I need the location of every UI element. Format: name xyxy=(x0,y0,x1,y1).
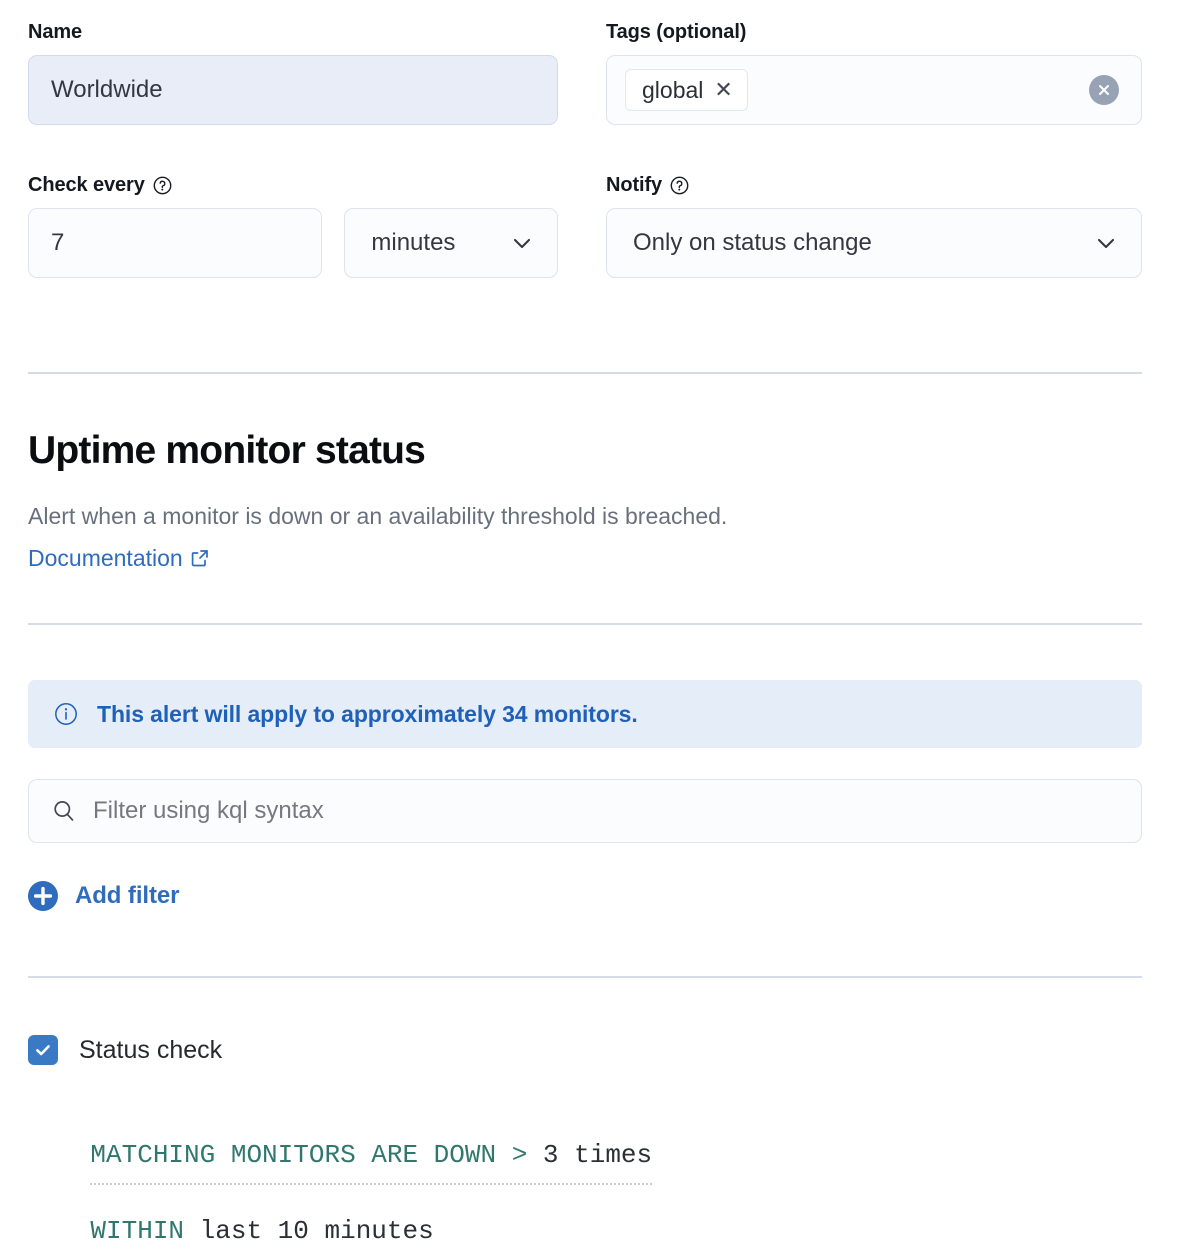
callout-text: This alert will apply to approximately 3… xyxy=(97,701,638,728)
check-every-group: Check every 7 minutes xyxy=(28,173,558,278)
name-label-text: Name xyxy=(28,20,82,44)
tag-pill-label: global xyxy=(642,77,703,104)
info-in-circle-icon xyxy=(54,702,78,726)
tags-combobox[interactable]: global ✕ xyxy=(606,55,1142,125)
section-description-text: Alert when a monitor is down or an avail… xyxy=(28,503,727,529)
check-interval-unit-select[interactable]: minutes xyxy=(344,208,558,278)
check-interval-input[interactable]: 7 xyxy=(28,208,322,278)
tags-label: Tags (optional) xyxy=(606,20,1142,44)
page-title: Uptime monitor status xyxy=(28,428,425,474)
expression-value[interactable]: 3 times xyxy=(543,1140,652,1170)
tag-remove-icon[interactable]: ✕ xyxy=(714,79,732,101)
tags-field-group: Tags (optional) global ✕ xyxy=(606,20,1142,125)
expression-space xyxy=(184,1216,200,1246)
status-check-checkbox[interactable] xyxy=(28,1035,58,1065)
check-interval-unit-value: minutes xyxy=(371,229,455,257)
check-every-controls: 7 minutes xyxy=(28,208,558,278)
expression-row-within[interactable]: WITHIN last 10 minutes xyxy=(28,1180,434,1252)
expression-space xyxy=(527,1140,543,1170)
add-filter-button[interactable]: Add filter xyxy=(28,881,179,911)
notify-select-value: Only on status change xyxy=(633,229,872,257)
expression-unit[interactable]: minutes xyxy=(324,1214,433,1252)
check-interval-value: 7 xyxy=(51,229,64,257)
expression-gap xyxy=(309,1216,325,1246)
question-in-circle-icon[interactable] xyxy=(670,176,689,195)
notify-label: Notify xyxy=(606,173,1142,197)
name-input[interactable]: Worldwide xyxy=(28,55,558,125)
expression-operator[interactable]: > xyxy=(512,1140,528,1170)
chevron-down-icon xyxy=(1093,230,1119,256)
expression-keyword[interactable]: MATCHING MONITORS ARE DOWN xyxy=(90,1140,496,1170)
alert-rule-form-page: Name Worldwide Tags (optional) global ✕ xyxy=(0,0,1186,1252)
tags-label-text: Tags (optional) xyxy=(606,20,746,44)
divider-middle xyxy=(28,623,1142,625)
divider-bottom xyxy=(28,976,1142,978)
monitor-count-callout: This alert will apply to approximately 3… xyxy=(28,680,1142,748)
name-input-value: Worldwide xyxy=(51,76,163,104)
expression-segment[interactable]: WITHIN last 10 xyxy=(90,1214,308,1252)
divider-top xyxy=(28,372,1142,374)
name-field-group: Name Worldwide xyxy=(28,20,558,125)
question-in-circle-icon[interactable] xyxy=(153,176,172,195)
search-icon xyxy=(51,798,77,824)
add-filter-label: Add filter xyxy=(75,882,179,910)
expression-value[interactable]: last 10 xyxy=(200,1216,309,1246)
notify-select[interactable]: Only on status change xyxy=(606,208,1142,278)
notify-label-text: Notify xyxy=(606,173,662,197)
status-check-toggle[interactable]: Status check xyxy=(28,1035,222,1065)
check-every-label: Check every xyxy=(28,173,558,197)
circle-x-icon[interactable] xyxy=(1089,75,1119,105)
expression-keyword[interactable]: WITHIN xyxy=(90,1216,184,1246)
chevron-down-icon xyxy=(509,230,535,256)
expression-segment[interactable]: MATCHING MONITORS ARE DOWN > 3 times xyxy=(90,1138,652,1185)
notify-group: Notify Only on status change xyxy=(606,173,1142,278)
kql-filter-input[interactable]: Filter using kql syntax xyxy=(28,779,1142,843)
status-check-label: Status check xyxy=(79,1036,222,1065)
tag-pill-global[interactable]: global ✕ xyxy=(625,69,748,111)
plus-in-circle-filled-icon xyxy=(28,881,58,911)
expression-space xyxy=(496,1140,512,1170)
documentation-link-label: Documentation xyxy=(28,545,183,571)
external-link-icon[interactable] xyxy=(190,548,210,568)
check-every-label-text: Check every xyxy=(28,173,145,197)
documentation-link[interactable]: Documentation xyxy=(28,545,183,571)
section-description: Alert when a monitor is down or an avail… xyxy=(28,495,828,579)
kql-filter-placeholder: Filter using kql syntax xyxy=(93,797,324,825)
name-label: Name xyxy=(28,20,558,44)
